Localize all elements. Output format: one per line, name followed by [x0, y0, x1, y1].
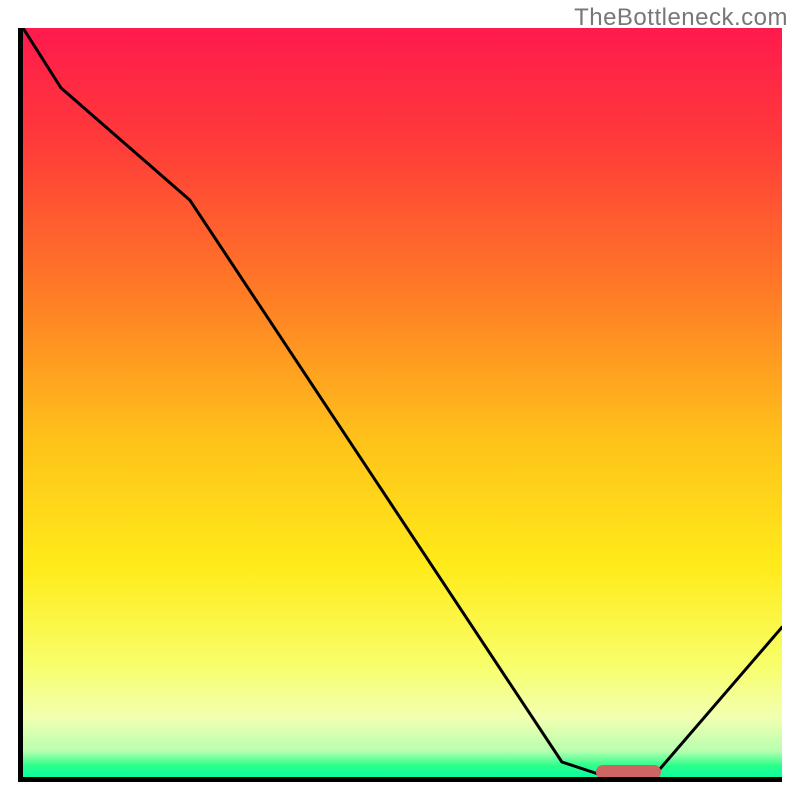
plot-area [18, 28, 782, 782]
optimal-range-marker [596, 765, 661, 779]
watermark-text: TheBottleneck.com [574, 4, 788, 32]
chart-frame: TheBottleneck.com [0, 0, 800, 800]
bottleneck-curve [23, 28, 782, 777]
